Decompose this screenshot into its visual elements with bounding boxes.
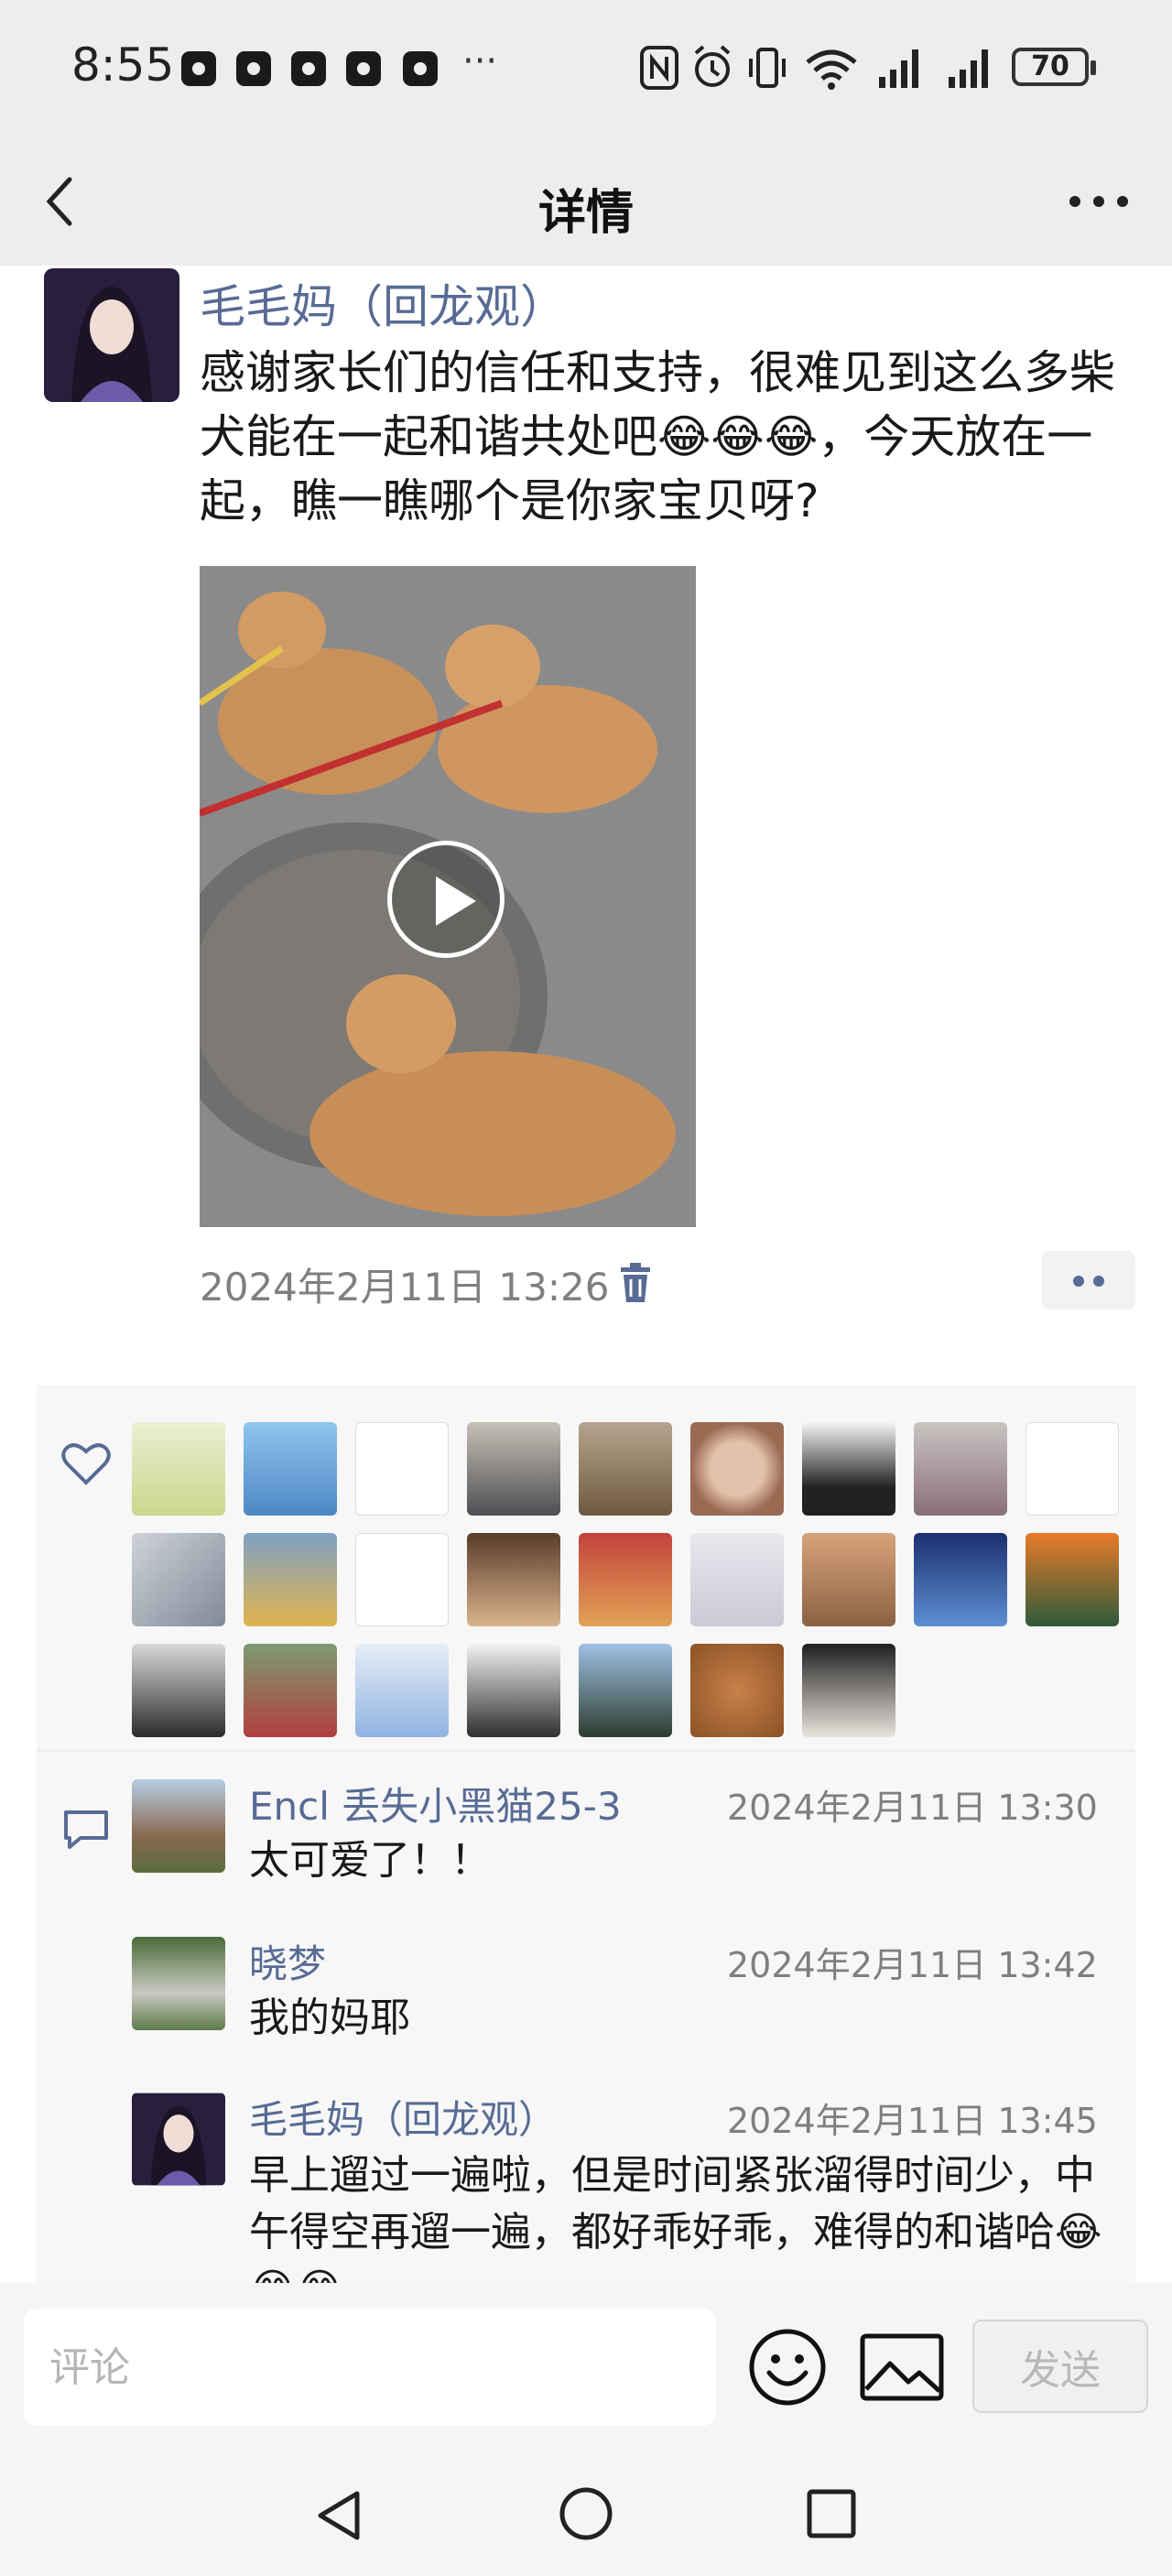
wifi-icon xyxy=(806,49,857,90)
nav-bar: 详情 xyxy=(0,137,1172,266)
liker-avatar[interactable] xyxy=(802,1644,895,1737)
post-text: 感谢家长们的信任和支持，很难见到这么多柴犬能在一起和谐共处吧😂😂😂，今天放在一起… xyxy=(200,346,1115,527)
comment-text: 早上遛过一遍啦，但是时间紧张溜得时间少，中午得空再遛一遍，都好乖好乖，难得的和谐… xyxy=(249,2152,1102,2283)
liker-avatar[interactable] xyxy=(355,1533,449,1626)
liker-avatar[interactable] xyxy=(690,1422,784,1516)
liker-avatar[interactable] xyxy=(690,1533,784,1626)
comment-input[interactable] xyxy=(24,2309,716,2426)
comment-text: 我的妈耶 xyxy=(249,1994,410,2041)
liker-avatar[interactable] xyxy=(1026,1422,1119,1516)
comment-icon xyxy=(64,1810,108,1849)
liker-avatar[interactable] xyxy=(579,1422,672,1516)
comment-time: 2024年2月11日 13:30 xyxy=(727,1788,1098,1828)
comment-author[interactable]: Encl 丢失小黑猫25-3 xyxy=(249,1776,622,1831)
image-icon[interactable] xyxy=(859,2331,945,2404)
liker-avatar[interactable] xyxy=(244,1644,337,1737)
video-thumbnail[interactable] xyxy=(200,566,696,1227)
trash-icon[interactable] xyxy=(617,1262,654,1304)
liker-avatar[interactable] xyxy=(1026,1533,1119,1626)
back-triangle-icon[interactable] xyxy=(311,2486,370,2545)
liker-avatar[interactable] xyxy=(579,1533,672,1626)
app-notification-icon xyxy=(236,51,271,86)
comment-author[interactable]: 毛毛妈（回龙观） xyxy=(249,2089,557,2145)
liker-avatar[interactable] xyxy=(132,1533,225,1626)
battery-indicator: 70 xyxy=(1012,48,1096,86)
liker-avatar[interactable] xyxy=(355,1644,449,1737)
signal-icon xyxy=(949,49,988,88)
liker-avatar[interactable] xyxy=(914,1533,1007,1626)
liker-avatar[interactable] xyxy=(467,1533,560,1626)
post-timestamp: 2024年2月11日 13:26 xyxy=(200,1265,610,1310)
app-notification-icon xyxy=(403,51,438,86)
liker-avatar[interactable] xyxy=(355,1422,449,1516)
app-notification-icon xyxy=(346,51,381,86)
author-avatar[interactable] xyxy=(44,268,179,402)
nfc-icon xyxy=(640,46,678,90)
liker-avatar[interactable] xyxy=(802,1533,895,1626)
heart-icon xyxy=(61,1443,111,1485)
interaction-panel: Encl 丢失小黑猫25-3 2024年2月11日 13:30 太可爱了！！ 晓… xyxy=(37,1386,1135,2283)
app-notification-icon xyxy=(291,51,326,86)
emoji-icon[interactable] xyxy=(747,2327,828,2408)
comment-author[interactable]: 晓梦 xyxy=(249,1933,326,1989)
liker-avatar[interactable] xyxy=(244,1422,337,1516)
vibrate-icon xyxy=(749,48,786,88)
post-author-name[interactable]: 毛毛妈（回龙观） xyxy=(200,270,566,336)
page-title: 详情 xyxy=(537,186,634,241)
play-icon[interactable] xyxy=(387,841,505,958)
status-time: 8:55 xyxy=(71,38,175,92)
liker-avatar[interactable] xyxy=(132,1644,225,1737)
liker-avatar[interactable] xyxy=(244,1533,337,1626)
comment-input-bar: 发送 xyxy=(0,2283,1172,2448)
alarm-icon xyxy=(694,45,731,87)
comment-time: 2024年2月11日 13:42 xyxy=(727,1945,1098,1985)
liker-avatar[interactable] xyxy=(132,1422,225,1516)
comment-text: 太可爱了！！ xyxy=(249,1837,491,1884)
system-navigation-bar xyxy=(0,2448,1172,2576)
likes-list xyxy=(37,1386,1135,1750)
more-icon[interactable] xyxy=(1062,183,1135,220)
liker-avatar[interactable] xyxy=(802,1422,895,1516)
signal-icon xyxy=(879,49,918,88)
post-actions-button[interactable] xyxy=(1042,1251,1135,1310)
liker-avatar[interactable] xyxy=(467,1644,560,1737)
recent-apps-icon[interactable] xyxy=(804,2486,859,2541)
liker-avatar[interactable] xyxy=(914,1422,1007,1516)
commenter-avatar[interactable] xyxy=(132,2092,225,2186)
notification-overflow: ··· xyxy=(462,40,498,82)
send-button[interactable]: 发送 xyxy=(972,2320,1148,2413)
app-notification-icon xyxy=(181,51,216,86)
comment-time: 2024年2月11日 13:45 xyxy=(727,2101,1098,2141)
liker-avatar[interactable] xyxy=(579,1644,672,1737)
liker-avatar[interactable] xyxy=(690,1644,784,1737)
home-circle-icon[interactable] xyxy=(557,2484,615,2543)
divider xyxy=(37,1750,1135,1752)
commenter-avatar[interactable] xyxy=(132,1937,225,2030)
commenter-avatar[interactable] xyxy=(132,1779,225,1873)
status-bar: 8:55 ··· 70 xyxy=(0,0,1172,137)
liker-avatar[interactable] xyxy=(467,1422,560,1516)
